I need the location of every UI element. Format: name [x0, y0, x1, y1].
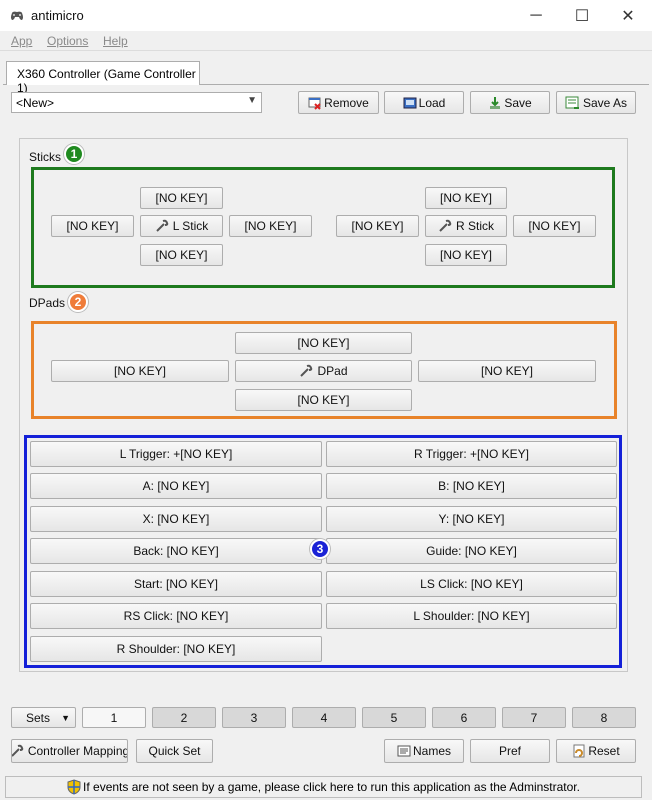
remove-button[interactable]: Remove: [298, 91, 379, 114]
set-8-button[interactable]: 8: [572, 707, 636, 728]
dpads-label: DPads: [29, 296, 66, 310]
rstick-button[interactable]: R Stick: [425, 215, 507, 237]
lstick-up-button[interactable]: [NO KEY]: [140, 187, 223, 209]
names-label: Names: [412, 744, 451, 758]
save-as-icon: [565, 96, 581, 110]
admin-status-button[interactable]: If events are not seen by a game, please…: [5, 776, 642, 798]
start-button[interactable]: Start: [NO KEY]: [30, 571, 322, 597]
save-button[interactable]: Save: [470, 91, 550, 114]
wrench-icon: [299, 364, 315, 378]
save-as-label: Save As: [582, 95, 628, 110]
dpad-down-button[interactable]: [NO KEY]: [235, 389, 412, 411]
shield-icon: [67, 779, 81, 795]
r-trigger-button[interactable]: R Trigger: +[NO KEY]: [326, 441, 617, 467]
dpad-left-button[interactable]: [NO KEY]: [51, 360, 229, 382]
controller-mapping-label: Controller Mapping: [27, 744, 128, 758]
rstick-up-button[interactable]: [NO KEY]: [425, 187, 507, 209]
quick-set-button[interactable]: Quick Set: [136, 739, 213, 763]
tab-controller[interactable]: X360 Controller (Game Controller 1): [6, 61, 200, 95]
badge-dpads: 2: [68, 292, 88, 312]
b-button[interactable]: B: [NO KEY]: [326, 473, 617, 499]
minimize-button[interactable]: ─: [513, 0, 559, 31]
sticks-label: Sticks: [29, 150, 62, 164]
reset-icon: [572, 744, 586, 758]
chevron-down-icon: ▼: [61, 712, 70, 723]
load-label: Load: [418, 95, 446, 110]
y-button[interactable]: Y: [NO KEY]: [326, 506, 617, 532]
rstick-right-button[interactable]: [NO KEY]: [513, 215, 596, 237]
controller-mapping-button[interactable]: Controller Mapping: [11, 739, 128, 763]
save-icon: [488, 96, 502, 110]
dpad-label: DPad: [317, 364, 348, 378]
wrench-icon: [12, 744, 26, 758]
x-button[interactable]: X: [NO KEY]: [30, 506, 322, 532]
r-shoulder-button[interactable]: R Shoulder: [NO KEY]: [30, 636, 322, 662]
dpad-right-button[interactable]: [NO KEY]: [418, 360, 596, 382]
title-bar: antimicro ─ ☐ ✕: [0, 0, 652, 31]
lstick-label: L Stick: [172, 219, 209, 233]
remove-icon: [308, 96, 322, 110]
set-4-button[interactable]: 4: [292, 707, 356, 728]
profile-select[interactable]: <New> ▼: [11, 92, 262, 113]
rstick-down-button[interactable]: [NO KEY]: [425, 244, 507, 266]
status-message: If events are not seen by a game, please…: [83, 780, 580, 794]
lstick-left-button[interactable]: [NO KEY]: [51, 215, 134, 237]
badge-buttons: 3: [310, 539, 330, 559]
l-shoulder-button[interactable]: L Shoulder: [NO KEY]: [326, 603, 617, 629]
pref-button[interactable]: Pref: [470, 739, 550, 763]
gamepad-icon: [9, 8, 25, 22]
lstick-down-button[interactable]: [NO KEY]: [140, 244, 223, 266]
window-title: antimicro: [31, 8, 84, 23]
maximize-button[interactable]: ☐: [559, 0, 605, 31]
rs-click-button[interactable]: RS Click: [NO KEY]: [30, 603, 322, 629]
names-button[interactable]: Names: [384, 739, 464, 763]
ls-click-button[interactable]: LS Click: [NO KEY]: [326, 571, 617, 597]
lstick-right-button[interactable]: [NO KEY]: [229, 215, 312, 237]
dpad-up-button[interactable]: [NO KEY]: [235, 332, 412, 354]
profile-selected-value: <New>: [16, 96, 55, 110]
save-as-button[interactable]: Save As: [556, 91, 636, 114]
set-6-button[interactable]: 6: [432, 707, 496, 728]
wrench-icon: [438, 219, 454, 233]
back-button[interactable]: Back: [NO KEY]: [30, 538, 322, 564]
set-3-button[interactable]: 3: [222, 707, 286, 728]
l-trigger-button[interactable]: L Trigger: +[NO KEY]: [30, 441, 322, 467]
menu-help[interactable]: Help: [103, 34, 128, 48]
a-button[interactable]: A: [NO KEY]: [30, 473, 322, 499]
lstick-button[interactable]: L Stick: [140, 215, 223, 237]
close-button[interactable]: ✕: [605, 0, 651, 31]
wrench-icon: [155, 219, 171, 233]
menu-app[interactable]: App: [11, 34, 32, 48]
remove-label: Remove: [324, 95, 369, 110]
names-icon: [397, 745, 411, 757]
set-7-button[interactable]: 7: [502, 707, 566, 728]
folder-icon: [403, 96, 417, 110]
load-button[interactable]: Load: [384, 91, 464, 114]
menu-bar: App Options Help: [0, 31, 652, 51]
set-2-button[interactable]: 2: [152, 707, 216, 728]
rstick-label: R Stick: [455, 219, 494, 233]
chevron-down-icon: ▼: [247, 95, 257, 106]
menu-options[interactable]: Options: [47, 34, 88, 48]
rstick-left-button[interactable]: [NO KEY]: [336, 215, 419, 237]
sets-dropdown[interactable]: Sets ▼: [11, 707, 76, 728]
reset-button[interactable]: Reset: [556, 739, 636, 763]
dpad-button[interactable]: DPad: [235, 360, 412, 382]
set-5-button[interactable]: 5: [362, 707, 426, 728]
set-1-button[interactable]: 1: [82, 707, 146, 728]
sets-label: Sets: [26, 710, 51, 725]
guide-button[interactable]: Guide: [NO KEY]: [326, 538, 617, 564]
reset-label: Reset: [588, 744, 620, 758]
save-label: Save: [504, 95, 532, 110]
badge-sticks: 1: [64, 144, 84, 164]
